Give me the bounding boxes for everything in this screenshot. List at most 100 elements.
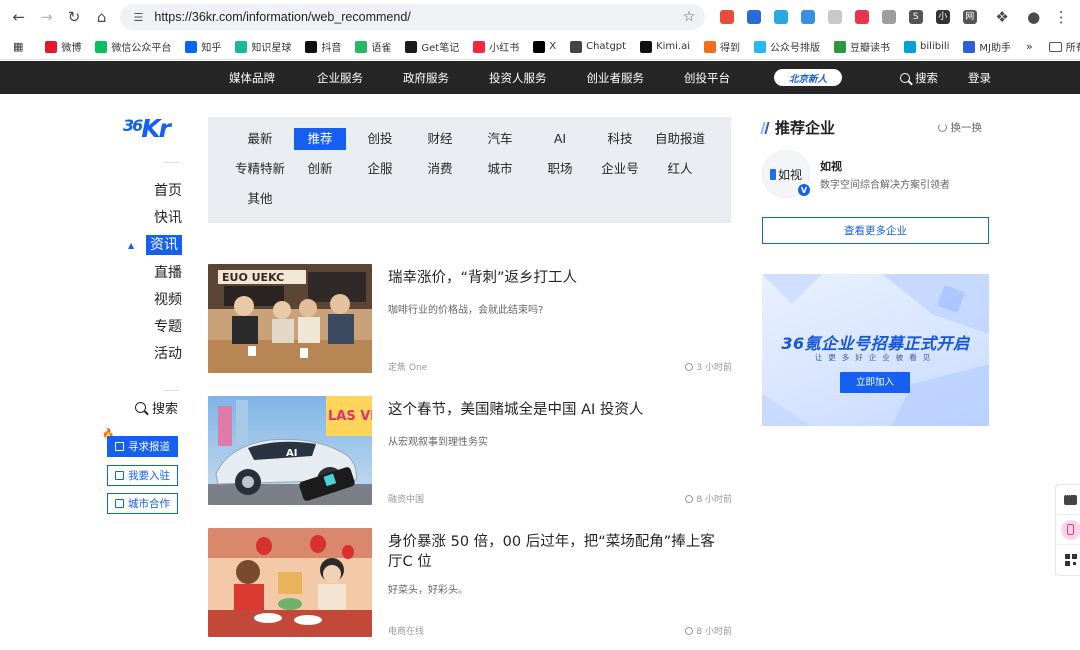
top-nav-item[interactable]: 创投平台 <box>684 70 730 86</box>
left-search-button[interactable]: 搜索 <box>135 398 178 417</box>
left-nav-item[interactable]: 首页 <box>140 178 200 205</box>
forward-icon[interactable]: → <box>34 4 60 30</box>
all-bookmarks-folder[interactable]: 所有书签 <box>1048 39 1080 54</box>
category-tab[interactable]: 财经 <box>414 128 466 150</box>
article-thumbnail[interactable] <box>208 528 372 637</box>
article-thumbnail[interactable]: EUO UEKC <box>208 264 372 373</box>
extension-icon[interactable] <box>767 6 794 28</box>
recommended-company[interactable]: 如视 V 如视 数字空间综合解决方案引领者 <box>762 150 992 198</box>
join-button[interactable]: 我要入驻 <box>107 465 178 486</box>
bookmark-item[interactable]: 微信公众平台 <box>88 37 178 57</box>
left-search-label: 搜索 <box>152 402 179 417</box>
extension-icon[interactable] <box>713 6 740 28</box>
category-tab[interactable]: 科技 <box>594 128 646 150</box>
article-title[interactable]: 这个春节，美国赌城全是中国 AI 投资人 <box>388 400 728 420</box>
extension-icon[interactable]: S <box>902 6 929 28</box>
category-tab[interactable]: 推荐 <box>294 128 346 150</box>
promo-badge[interactable]: 北京新人 <box>774 69 842 86</box>
top-nav-item[interactable]: 创业者服务 <box>587 70 645 86</box>
left-nav-item[interactable]: 快讯 <box>140 205 200 232</box>
category-tab[interactable]: 自助报道 <box>654 128 706 150</box>
top-search-button[interactable]: 搜索 <box>900 70 938 86</box>
article-card[interactable]: LAS VE AI 这个春节，美国赌城全是中国 AI 投资人 从宏观叙事到理性务… <box>208 396 732 506</box>
bookmark-item[interactable]: Get笔记 <box>398 37 466 57</box>
article-source[interactable]: 电商在线 <box>388 624 424 637</box>
category-tab[interactable]: 消费 <box>414 158 466 180</box>
category-tab[interactable]: 专精特新 <box>234 158 286 180</box>
bookmark-item[interactable]: 公众号排版 <box>747 37 827 57</box>
reload-icon[interactable]: ↻ <box>61 4 87 30</box>
enterprise-banner[interactable]: 36氪企业号招募正式开启 让更多好企业被看见 立即加入 <box>762 274 989 426</box>
article-source[interactable]: 融资中国 <box>388 492 424 505</box>
mobile-app-button[interactable] <box>1056 515 1080 545</box>
seek-report-button[interactable]: 寻求报道 <box>107 436 178 457</box>
bookmark-item[interactable]: 知乎 <box>178 37 228 57</box>
category-tab[interactable]: 最新 <box>234 128 286 150</box>
article-title[interactable]: 身价暴涨 50 倍，00 后过年，把“菜场配角”捧上客厅C 位 <box>388 532 728 572</box>
profile-avatar-icon[interactable]: ● <box>1021 4 1047 30</box>
back-icon[interactable]: ← <box>6 4 32 30</box>
extension-icon[interactable] <box>740 6 767 28</box>
bookmark-item[interactable]: Chatgpt <box>563 37 633 57</box>
bookmark-item[interactable]: X <box>526 37 563 57</box>
left-nav-item[interactable]: 专题 <box>140 314 200 341</box>
category-tab[interactable]: 红人 <box>654 158 706 180</box>
top-nav-item[interactable]: 企业服务 <box>317 70 363 86</box>
category-tab[interactable]: 职场 <box>534 158 586 180</box>
extension-icon[interactable] <box>848 6 875 28</box>
article-source[interactable]: 定焦 One <box>388 360 427 373</box>
top-nav-item[interactable]: 政府服务 <box>403 70 449 86</box>
feedback-button[interactable] <box>1056 485 1080 515</box>
category-tab[interactable]: 城市 <box>474 158 526 180</box>
category-tab[interactable]: 创投 <box>354 128 406 150</box>
left-nav-item[interactable]: 直播 <box>140 260 200 287</box>
login-link[interactable]: 登录 <box>968 70 991 86</box>
category-tab[interactable]: 企业号 <box>594 158 646 180</box>
extension-icon[interactable] <box>875 6 902 28</box>
category-tab[interactable]: 其他 <box>234 188 286 210</box>
extension-icon[interactable]: 网 <box>956 6 983 28</box>
swap-button[interactable]: 换一换 <box>937 120 982 135</box>
left-nav-item[interactable]: 资讯 <box>128 232 200 260</box>
join-now-button[interactable]: 立即加入 <box>840 372 910 393</box>
site-logo[interactable]: 36Kr <box>123 114 171 143</box>
extensions-puzzle-icon[interactable]: ❖ <box>989 4 1015 30</box>
extension-icon[interactable] <box>794 6 821 28</box>
left-nav-item[interactable]: 视频 <box>140 287 200 314</box>
article-card[interactable]: EUO UEKC 瑞幸涨价，“背刺”返乡打工人 咖啡行业的价格战，会就此结束吗?… <box>208 264 732 374</box>
article-card[interactable]: 身价暴涨 50 倍，00 后过年，把“菜场配角”捧上客厅C 位 好菜头，好彩头。… <box>208 528 732 638</box>
bookmark-item[interactable]: MJ助手 <box>956 37 1018 57</box>
site-info-icon[interactable]: ☰ <box>130 10 146 24</box>
left-nav-item[interactable]: 活动 <box>140 341 200 368</box>
bookmark-item[interactable]: 微博 <box>38 37 88 57</box>
company-name[interactable]: 如视 <box>820 158 842 174</box>
extension-icon[interactable] <box>821 6 848 28</box>
more-companies-button[interactable]: 查看更多企业 <box>762 217 989 244</box>
bookmark-item[interactable]: 豆瓣读书 <box>827 37 897 57</box>
bookmark-item[interactable]: bilibili <box>897 37 956 57</box>
category-tab[interactable]: 企服 <box>354 158 406 180</box>
top-nav-item[interactable]: 媒体品牌 <box>229 70 275 86</box>
article-thumbnail[interactable]: LAS VE AI <box>208 396 372 505</box>
address-bar[interactable]: ☰ https://36kr.com/information/web_recom… <box>120 4 706 30</box>
browser-menu-icon[interactable]: ⋮ <box>1048 4 1074 30</box>
category-tab[interactable]: 创新 <box>294 158 346 180</box>
home-icon[interactable]: ⌂ <box>89 4 115 30</box>
category-tab[interactable]: 汽车 <box>474 128 526 150</box>
bookmark-star-icon[interactable]: ☆ <box>683 9 696 25</box>
top-nav-item[interactable]: 投资人服务 <box>489 70 547 86</box>
bookmark-item[interactable]: 抖音 <box>298 37 348 57</box>
city-coop-button[interactable]: 城市合作 <box>107 493 178 514</box>
apps-grid-icon[interactable]: ▦ <box>6 37 30 57</box>
qrcode-button[interactable] <box>1056 545 1080 575</box>
extension-icon[interactable]: 小 <box>929 6 956 28</box>
category-tab[interactable]: AI <box>534 128 586 150</box>
bookmark-item[interactable]: 得到 <box>697 37 747 57</box>
bookmarks-overflow-icon[interactable]: » <box>1018 40 1041 53</box>
bookmark-item[interactable]: 小红书 <box>466 37 526 57</box>
bookmark-item[interactable]: 知识星球 <box>228 37 298 57</box>
bookmark-item[interactable]: Kimi.ai <box>633 37 697 57</box>
article-title[interactable]: 瑞幸涨价，“背刺”返乡打工人 <box>388 268 728 288</box>
bookmark-item[interactable]: 语雀 <box>348 37 398 57</box>
url-text[interactable]: https://36kr.com/information/web_recomme… <box>154 10 682 24</box>
